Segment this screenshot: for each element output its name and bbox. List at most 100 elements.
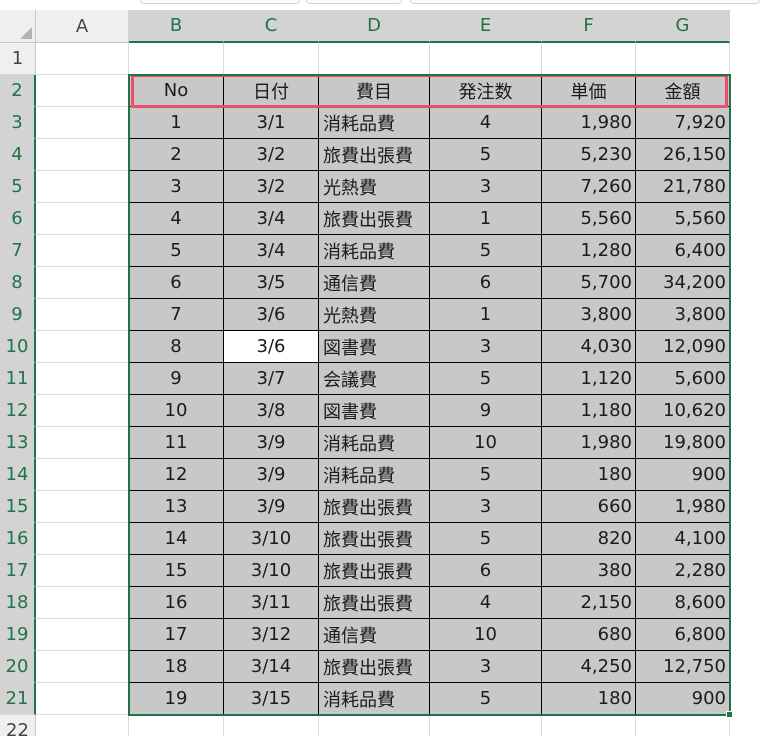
cell-d12[interactable]: 図書費 bbox=[319, 395, 430, 427]
row-header-16[interactable]: 16 bbox=[0, 523, 36, 555]
header-cell-e[interactable]: 発注数 bbox=[430, 75, 542, 107]
row-header-13[interactable]: 13 bbox=[0, 427, 36, 459]
cell-d9[interactable]: 光熱費 bbox=[319, 299, 430, 331]
cell-a20[interactable] bbox=[36, 651, 129, 683]
cell-a16[interactable] bbox=[36, 523, 129, 555]
cell-b9[interactable]: 7 bbox=[129, 299, 224, 331]
cell-g21[interactable]: 900 bbox=[636, 683, 730, 715]
cell-f1[interactable] bbox=[542, 43, 636, 75]
cell-b8[interactable]: 6 bbox=[129, 267, 224, 299]
cell-a3[interactable] bbox=[36, 107, 129, 139]
cell-b11[interactable]: 9 bbox=[129, 363, 224, 395]
cell-f22[interactable] bbox=[542, 715, 636, 736]
cell-b22[interactable] bbox=[129, 715, 224, 736]
row-header-18[interactable]: 18 bbox=[0, 587, 36, 619]
cell-d5[interactable]: 光熱費 bbox=[319, 171, 430, 203]
header-cell-c[interactable]: 日付 bbox=[224, 75, 319, 107]
cell-f7[interactable]: 1,280 bbox=[542, 235, 636, 267]
fill-handle[interactable] bbox=[726, 711, 733, 718]
cell-a10[interactable] bbox=[36, 331, 129, 363]
cell-f5[interactable]: 7,260 bbox=[542, 171, 636, 203]
cell-c8[interactable]: 3/5 bbox=[224, 267, 319, 299]
column-header-e[interactable]: E bbox=[430, 10, 542, 43]
cell-d19[interactable]: 通信費 bbox=[319, 619, 430, 651]
cell-f9[interactable]: 3,800 bbox=[542, 299, 636, 331]
row-header-12[interactable]: 12 bbox=[0, 395, 36, 427]
cell-a21[interactable] bbox=[36, 683, 129, 715]
cell-a15[interactable] bbox=[36, 491, 129, 523]
row-header-5[interactable]: 5 bbox=[0, 171, 36, 203]
cell-d10[interactable]: 図書費 bbox=[319, 331, 430, 363]
cell-b1[interactable] bbox=[129, 43, 224, 75]
cell-d11[interactable]: 会議費 bbox=[319, 363, 430, 395]
cell-a12[interactable] bbox=[36, 395, 129, 427]
cell-a5[interactable] bbox=[36, 171, 129, 203]
cell-c9[interactable]: 3/6 bbox=[224, 299, 319, 331]
active-cell[interactable]: 3/6 bbox=[224, 331, 319, 363]
cell-a14[interactable] bbox=[36, 459, 129, 491]
header-cell-b[interactable]: No bbox=[129, 75, 224, 107]
cell-d7[interactable]: 消耗品費 bbox=[319, 235, 430, 267]
cell-g19[interactable]: 6,800 bbox=[636, 619, 730, 651]
row-header-9[interactable]: 9 bbox=[0, 299, 36, 331]
cell-a18[interactable] bbox=[36, 587, 129, 619]
cell-c13[interactable]: 3/9 bbox=[224, 427, 319, 459]
cell-a19[interactable] bbox=[36, 619, 129, 651]
cell-d20[interactable]: 旅費出張費 bbox=[319, 651, 430, 683]
row-header-17[interactable]: 17 bbox=[0, 555, 36, 587]
cell-f14[interactable]: 180 bbox=[542, 459, 636, 491]
spreadsheet-grid[interactable]: A B C D E F G 1 2 No 日付 費目 発注数 単価 金額 3 1 3/1 消耗品費 4 1,980 7,9… bbox=[0, 10, 768, 736]
cell-f19[interactable]: 680 bbox=[542, 619, 636, 651]
cell-f12[interactable]: 1,180 bbox=[542, 395, 636, 427]
cell-g20[interactable]: 12,750 bbox=[636, 651, 730, 683]
header-cell-g[interactable]: 金額 bbox=[636, 75, 730, 107]
row-header-20[interactable]: 20 bbox=[0, 651, 36, 683]
cell-a2[interactable] bbox=[36, 75, 129, 107]
cell-g14[interactable]: 900 bbox=[636, 459, 730, 491]
cell-f18[interactable]: 2,150 bbox=[542, 587, 636, 619]
cell-b21[interactable]: 19 bbox=[129, 683, 224, 715]
cell-a9[interactable] bbox=[36, 299, 129, 331]
row-header-15[interactable]: 15 bbox=[0, 491, 36, 523]
cell-d8[interactable]: 通信費 bbox=[319, 267, 430, 299]
cell-b20[interactable]: 18 bbox=[129, 651, 224, 683]
column-header-a[interactable]: A bbox=[36, 10, 129, 43]
cell-d16[interactable]: 旅費出張費 bbox=[319, 523, 430, 555]
cell-b15[interactable]: 13 bbox=[129, 491, 224, 523]
cell-c20[interactable]: 3/14 bbox=[224, 651, 319, 683]
cell-b19[interactable]: 17 bbox=[129, 619, 224, 651]
cell-g13[interactable]: 19,800 bbox=[636, 427, 730, 459]
cell-c11[interactable]: 3/7 bbox=[224, 363, 319, 395]
cell-b4[interactable]: 2 bbox=[129, 139, 224, 171]
cell-d3[interactable]: 消耗品費 bbox=[319, 107, 430, 139]
row-header-1[interactable]: 1 bbox=[0, 43, 36, 75]
cell-f6[interactable]: 5,560 bbox=[542, 203, 636, 235]
cell-e8[interactable]: 6 bbox=[430, 267, 542, 299]
cell-d18[interactable]: 旅費出張費 bbox=[319, 587, 430, 619]
cell-e6[interactable]: 1 bbox=[430, 203, 542, 235]
cell-d4[interactable]: 旅費出張費 bbox=[319, 139, 430, 171]
cell-a11[interactable] bbox=[36, 363, 129, 395]
cell-b3[interactable]: 1 bbox=[129, 107, 224, 139]
cell-d17[interactable]: 旅費出張費 bbox=[319, 555, 430, 587]
cell-f10[interactable]: 4,030 bbox=[542, 331, 636, 363]
cell-g10[interactable]: 12,090 bbox=[636, 331, 730, 363]
cell-e14[interactable]: 5 bbox=[430, 459, 542, 491]
cell-g11[interactable]: 5,600 bbox=[636, 363, 730, 395]
cell-e13[interactable]: 10 bbox=[430, 427, 542, 459]
row-header-2[interactable]: 2 bbox=[0, 75, 36, 107]
cell-c21[interactable]: 3/15 bbox=[224, 683, 319, 715]
cell-e20[interactable]: 3 bbox=[430, 651, 542, 683]
cell-c19[interactable]: 3/12 bbox=[224, 619, 319, 651]
cell-d13[interactable]: 消耗品費 bbox=[319, 427, 430, 459]
cell-d6[interactable]: 旅費出張費 bbox=[319, 203, 430, 235]
cell-e22[interactable] bbox=[430, 715, 542, 736]
cell-a7[interactable] bbox=[36, 235, 129, 267]
cell-b7[interactable]: 5 bbox=[129, 235, 224, 267]
cell-b10[interactable]: 8 bbox=[129, 331, 224, 363]
cell-e5[interactable]: 3 bbox=[430, 171, 542, 203]
cell-c14[interactable]: 3/9 bbox=[224, 459, 319, 491]
column-header-b[interactable]: B bbox=[129, 10, 224, 43]
row-header-10[interactable]: 10 bbox=[0, 331, 36, 363]
cell-e10[interactable]: 3 bbox=[430, 331, 542, 363]
